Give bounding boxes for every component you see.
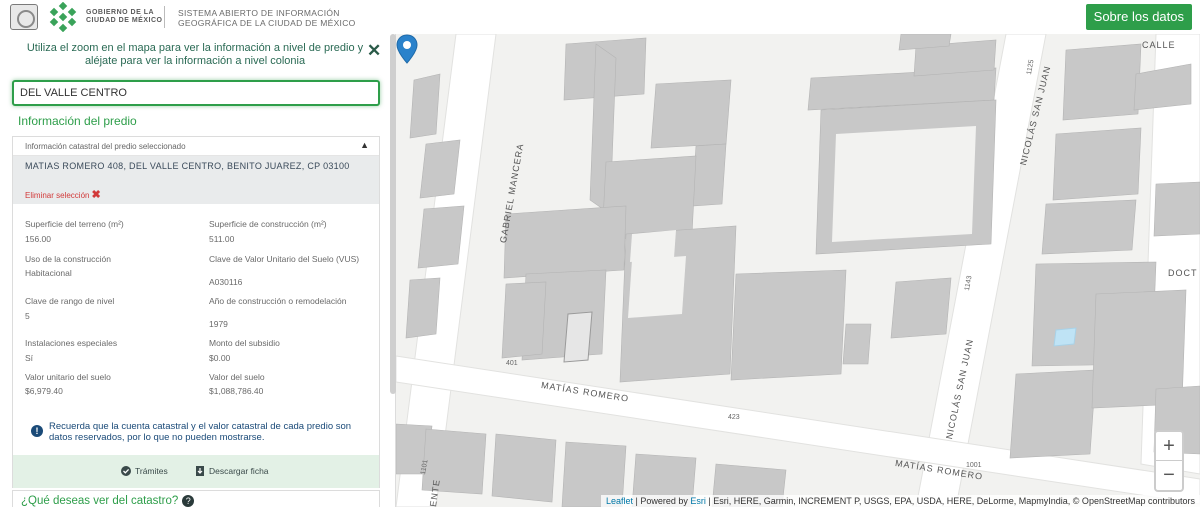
chevron-up-icon[interactable]: ▲ [360,140,369,150]
building [419,139,461,199]
building [650,79,732,149]
card-title: Información catastral del predio selecci… [25,142,186,151]
card-header[interactable]: Información catastral del predio selecci… [13,137,379,156]
cadastral-card: Información catastral del predio selecci… [12,136,380,488]
address-box: MATIAS ROMERO 408, DEL VALLE CENTRO, BEN… [13,156,379,204]
courtyard [630,230,676,262]
system-title-line-2: GEOGRÁFICA DE LA CIUDAD DE MÉXICO [178,18,356,28]
search-input[interactable] [12,80,380,106]
shield-icon [10,4,38,30]
about-data-button[interactable]: Sobre los datos [1085,4,1192,30]
field-label-clave-vus: Clave de Valor Unitario del Suelo (VUS) [209,254,360,264]
field-label-superficie-construccion: Superficie de construcción (m²) [209,219,327,229]
map-attribution: Leaflet | Powered by Esri | Esri, HERE, … [600,495,1200,507]
attribution-sources: | Esri, HERE, Garmin, INCREMENT P, USGS,… [705,496,1195,506]
building [491,433,557,503]
field-value-subsidio: $0.00 [209,353,231,363]
card-actions: Trámites Descargar ficha [13,455,379,488]
zoom-out-icon[interactable]: − [1156,461,1182,490]
info-panel: Utiliza el zoom en el mapa para ver la i… [0,34,396,507]
app-root: GOBIERNO DE LA CIUDAD DE MÉXICO SISTEMA … [0,0,1200,507]
esri-link[interactable]: Esri [690,496,706,506]
download-sheet-button[interactable]: Descargar ficha [195,466,269,476]
government-name: GOBIERNO DE LA CIUDAD DE MÉXICO [86,9,162,25]
field-label-anio: Año de construcción o remodelación [209,296,347,306]
building [691,143,727,207]
catastro-question-box[interactable]: ¿Qué deseas ver del catastro?? [12,490,380,507]
attribution-powered: | Powered by [633,496,691,506]
field-value-uso: Habitacional [25,268,72,278]
tramites-button[interactable]: Trámites [121,466,168,476]
field-value-valor-suelo: $1,088,786.40 [209,386,264,396]
address-number-1001: 1001 [966,462,982,469]
selected-parcel[interactable] [563,311,593,363]
system-title-line-1: SISTEMA ABIERTO DE INFORMACIÓN [178,8,340,18]
map-pin-icon[interactable] [396,34,418,64]
top-header: GOBIERNO DE LA CIUDAD DE MÉXICO SISTEMA … [0,0,1200,34]
gov-line-1: GOBIERNO DE LA [86,9,155,16]
street-label-doct: DOCT [1168,268,1198,278]
courtyard [628,256,686,318]
cdmx-logo-icon [49,2,77,32]
system-title: SISTEMA ABIERTO DE INFORMACIÓN GEOGRÁFIC… [178,8,356,28]
info-icon: ! [31,425,43,437]
field-value-rango-nivel: 5 [25,311,30,321]
map-canvas[interactable] [396,34,1200,507]
field-label-superficie-terreno: Superficie del terreno (m²) [25,219,124,229]
panel-scrollbar[interactable] [390,34,396,394]
field-value-superficie-terreno: 156.00 [25,234,51,244]
remove-selection-label: Eliminar selección [25,191,90,200]
info-section-title: Información del predio [18,114,137,128]
tramites-label: Trámites [135,466,168,476]
header-divider [164,6,165,28]
field-value-anio: 1979 [209,319,228,329]
street-label-calle: CALLE [1142,40,1176,50]
zoom-in-icon[interactable]: + [1156,432,1182,461]
download-sheet-label: Descargar ficha [209,466,269,476]
zoom-hint: Utiliza el zoom en el mapa para ver la i… [26,42,364,67]
field-label-uso: Uso de la construcción [25,254,111,264]
courtyard [832,126,976,242]
download-icon [196,466,204,476]
remove-x-icon[interactable]: ✖ [91,189,100,201]
catastro-question-label: ¿Qué deseas ver del catastro? [21,495,179,507]
building [1009,369,1097,459]
field-label-subsidio: Monto del subsidio [209,338,280,348]
field-label-valor-unitario: Valor unitario del suelo [25,372,111,382]
gov-line-2: CIUDAD DE MÉXICO [86,17,163,24]
parcel-address: MATIAS ROMERO 408, DEL VALLE CENTRO, BEN… [25,161,350,171]
address-number-423: 423 [728,414,740,421]
building [409,73,441,139]
building [890,277,952,339]
remove-selection-link[interactable]: Eliminar selección ✖ [25,188,101,201]
building [1041,199,1137,255]
privacy-note: Recuerda que la cuenta catastral y el va… [49,421,352,443]
building [842,323,872,365]
question-icon[interactable]: ? [182,495,195,507]
leaflet-link[interactable]: Leaflet [606,496,633,506]
address-number-401: 401 [506,360,518,367]
building [503,205,627,279]
field-label-instalaciones: Instalaciones especiales [25,338,118,348]
catastro-question[interactable]: ¿Qué deseas ver del catastro?? [21,495,195,507]
building [1062,43,1142,121]
building [417,205,465,269]
field-value-superficie-construccion: 511.00 [209,234,235,244]
field-value-valor-unitario: $6,979.40 [25,386,63,396]
field-value-clave-vus: A030116 [209,277,243,287]
check-circle-icon [121,466,131,476]
pool [1053,327,1077,347]
field-value-instalaciones: Sí [25,353,34,363]
building [405,277,441,339]
field-label-valor-suelo: Valor del suelo [209,372,265,382]
building [501,281,547,359]
zoom-control: + − [1154,430,1184,492]
building [1153,181,1200,237]
close-icon[interactable]: ✕ [367,41,381,61]
building [730,269,847,381]
building [1052,127,1142,201]
field-label-rango-nivel: Clave de rango de nivel [25,296,115,306]
building [1133,63,1192,111]
map-view[interactable]: CALLE GABRIEL MANCERA NICOLÁS SAN JUAN N… [396,34,1200,507]
